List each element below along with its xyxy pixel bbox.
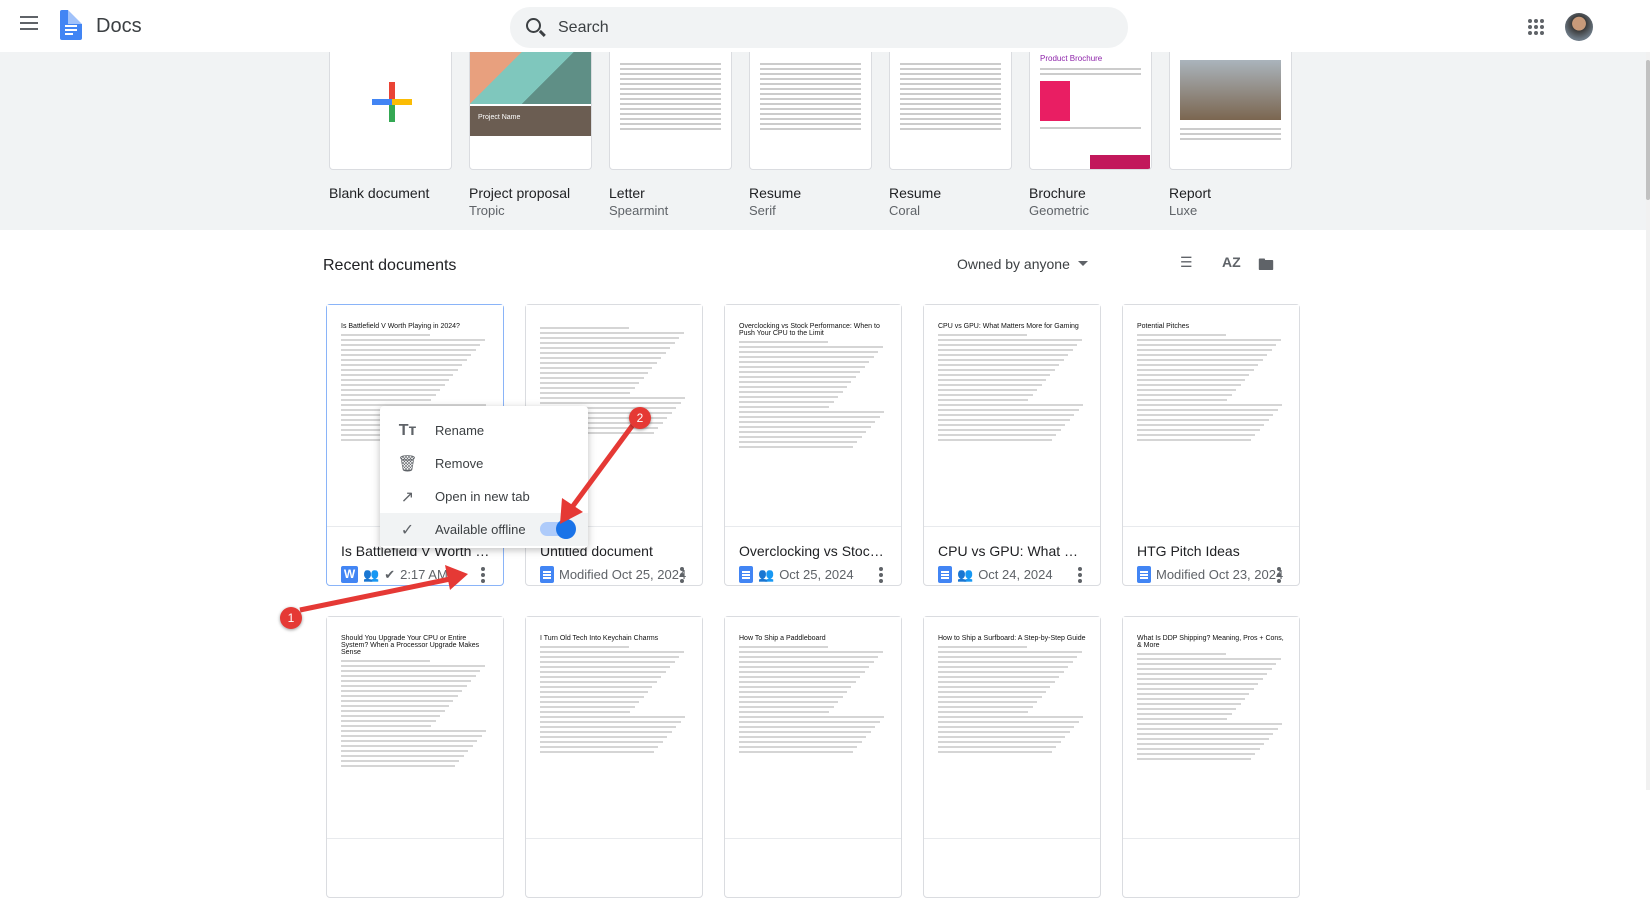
arrow-1-head bbox=[445, 565, 468, 590]
arrow-2-head bbox=[560, 498, 583, 524]
annotation-badge-1: 1 bbox=[280, 607, 302, 629]
annotation-arrows bbox=[299, 420, 638, 613]
arrow-1 bbox=[299, 575, 456, 613]
annotation-badge-2: 2 bbox=[629, 407, 651, 429]
arrow-2 bbox=[567, 420, 638, 512]
